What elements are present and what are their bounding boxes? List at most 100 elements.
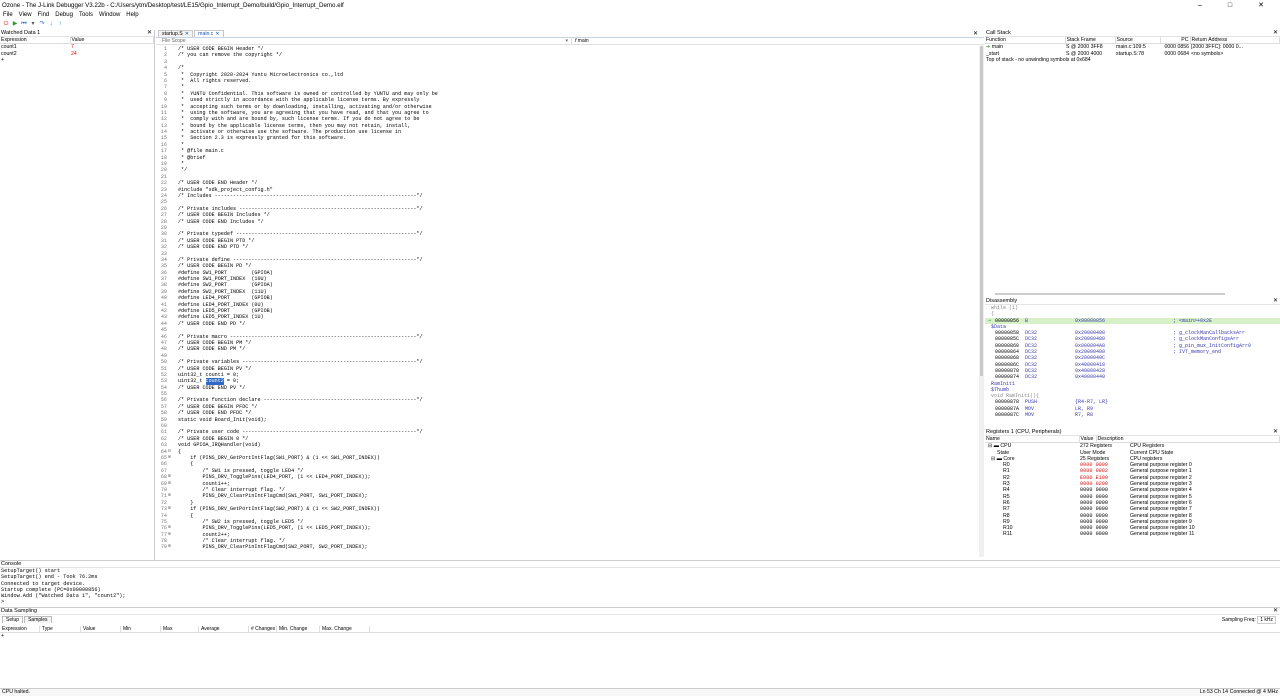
menu-view[interactable]: View	[16, 11, 35, 19]
frame-pc: 0000 0684	[1164, 50, 1189, 57]
code-text: */	[178, 167, 188, 174]
data-sampling-panel: Data Sampling ✕ Setup Samples Sampling F…	[0, 607, 1280, 687]
disassembly-line[interactable]: 0000087C MOV R7, R8	[985, 412, 1280, 418]
menu-tools[interactable]: Tools	[76, 11, 96, 19]
col-max[interactable]: Max	[161, 626, 199, 632]
col-max-change[interactable]: Max. Change	[320, 626, 370, 632]
reset-icon[interactable]: ⏮	[21, 21, 27, 27]
frame-function: main	[991, 44, 1004, 51]
window-title: Ozone - The J-Link Debugger V3.22b - C:/…	[2, 2, 344, 9]
cursor-position: Ln 53 Ch 14	[1199, 689, 1228, 695]
console-header: Console	[0, 561, 1280, 568]
tab-samples[interactable]: Samples	[24, 616, 52, 623]
col-min-change[interactable]: Min. Change	[277, 626, 320, 632]
add-sample-row[interactable]: +	[0, 633, 1280, 639]
sampling-freq-select[interactable]: 1 kHz	[1257, 616, 1276, 624]
col-return-address[interactable]: Return Address	[1190, 37, 1280, 45]
function-scope-select[interactable]: f main	[572, 38, 589, 44]
code-text: PINS_DRV_ClearPinIntFlagCmd(SW1_PORT, SW…	[178, 493, 368, 500]
fold-toggle-icon[interactable]: ⊞	[168, 544, 178, 550]
code-text: * Section 2.3 is expressly granted for t…	[178, 135, 347, 142]
connection-status: Connected @ 4 MHz	[1229, 689, 1278, 695]
code-text: /* Includes ----------------------------…	[178, 192, 423, 199]
expand-icon[interactable]: ⊟ ▬	[991, 456, 1003, 462]
chevron-down-icon: ▾	[565, 38, 568, 44]
menu-window[interactable]: Window	[96, 11, 123, 19]
code-text: PINS_DRV_ClearPinIntFlagCmd(SW2_PORT, SW…	[178, 544, 368, 551]
col-value[interactable]: Value	[81, 626, 121, 632]
code-text: /* USER CODE END Includes */	[178, 218, 264, 225]
title-bar: Ozone - The J-Link Debugger V3.22b - C:/…	[0, 0, 1280, 11]
file-scope-select[interactable]: File Scope ▾	[156, 38, 572, 44]
tab-label: main.c	[198, 31, 214, 37]
register-row[interactable]: R11 0000 0000 General purpose register 11	[985, 531, 1280, 537]
tab-startup[interactable]: startup.S ✕	[158, 30, 194, 37]
menu-file[interactable]: File	[0, 11, 16, 19]
col-average[interactable]: Average	[199, 626, 249, 632]
menu-help[interactable]: Help	[123, 11, 141, 19]
pc-arrow-icon: ➔	[988, 317, 995, 324]
code-text: if (PINS_DRV_GetPortIntFlag(SW1_PORT) & …	[178, 455, 380, 461]
close-icon[interactable]: ✕	[185, 31, 189, 37]
register-desc: General purpose register 11	[1130, 531, 1195, 538]
watched-data-panel: Watched Data 1 ✕ Expression Value count1…	[0, 30, 155, 560]
code-text: * All rights reserved.	[178, 77, 252, 84]
close-icon[interactable]: ✕	[1273, 429, 1278, 436]
col-source[interactable]: Source	[1115, 37, 1161, 45]
instr-operand: 0x40000440	[1075, 374, 1106, 381]
close-icon[interactable]: ✕	[1273, 608, 1278, 615]
group-name: State	[997, 449, 1010, 456]
col-type[interactable]: Type	[40, 626, 81, 632]
data-sampling-title: Data Sampling	[1, 608, 38, 614]
dropdown-icon[interactable]: ▾	[30, 21, 36, 27]
close-icon[interactable]: ✕	[1273, 30, 1278, 37]
register-value[interactable]: 0000 0000	[1079, 531, 1129, 537]
console-panel: Console SetupTarget() start SetupTarget(…	[0, 560, 1280, 606]
col-expression[interactable]: Expression	[0, 626, 40, 632]
new-watch-row[interactable]: +	[0, 57, 154, 63]
horizontal-scrollbar[interactable]	[995, 293, 1225, 295]
instr-opcode: DC32	[1025, 374, 1038, 381]
minimize-button[interactable]: –	[1185, 0, 1215, 11]
frame-source: main.c:109:5	[1116, 44, 1146, 51]
vertical-scrollbar[interactable]	[979, 46, 984, 557]
menu-find[interactable]: Find	[35, 11, 53, 19]
scrollbar-thumb[interactable]	[980, 46, 983, 376]
col-function[interactable]: Function	[985, 37, 1066, 45]
close-icon[interactable]: ✕	[1273, 298, 1278, 305]
code-area[interactable]: 1/* USER CODE BEGIN Header */2/* you can…	[156, 46, 978, 557]
close-button[interactable]: ✕	[1246, 0, 1276, 11]
step-into-icon[interactable]: ↓	[48, 21, 54, 27]
table-row[interactable]: ➔ main S @ 2000 3FF8 main.c:109:5 0000 0…	[985, 44, 1280, 51]
sampling-frequency[interactable]: Sampling Freq: 1 kHz	[1222, 616, 1276, 624]
run-icon[interactable]: ▶	[12, 21, 18, 27]
col-expression[interactable]: Expression	[0, 37, 71, 45]
disassembly-line[interactable]: ➔ 00000856 B 0x00000856; <main>+0x2E	[985, 317, 1280, 324]
tab-setup[interactable]: Setup	[2, 616, 24, 623]
console-input[interactable]: >	[0, 599, 1280, 605]
col-pc[interactable]: PC	[1160, 37, 1191, 45]
code-line[interactable]: 79 ⊞ PINS_DRV_ClearPinIntFlagCmd(SW2_PORT…	[156, 544, 978, 550]
col-changes[interactable]: # Changes	[249, 626, 277, 632]
add-expression-icon[interactable]: +	[0, 57, 70, 63]
power-icon[interactable]: ⏻	[3, 21, 9, 27]
table-row[interactable]: count1 7	[0, 44, 154, 51]
step-over-icon[interactable]: ↷	[39, 21, 45, 27]
close-icon[interactable]: ✕	[973, 30, 978, 37]
tab-main[interactable]: main.c ✕	[194, 30, 224, 37]
col-min[interactable]: Min	[121, 626, 161, 632]
col-name[interactable]: Name	[985, 436, 1080, 444]
maximize-button[interactable]: □	[1215, 0, 1245, 11]
col-description[interactable]: Description	[1096, 436, 1280, 444]
close-icon[interactable]: ✕	[215, 31, 219, 37]
col-value[interactable]: Value	[70, 37, 154, 45]
col-stack-frame[interactable]: Stack Frame	[1065, 37, 1116, 45]
menu-debug[interactable]: Debug	[52, 11, 76, 19]
instr-address: 0000087C	[995, 412, 1020, 419]
expand-icon[interactable]: ⊟ ▬	[988, 443, 1000, 449]
instr-comment: ; IVT_memory_end	[1173, 349, 1222, 356]
col-value[interactable]: Value	[1079, 436, 1097, 444]
close-icon[interactable]: ✕	[147, 30, 152, 37]
step-out-icon[interactable]: ↑	[57, 21, 63, 27]
disassembly-listing[interactable]: while (1){➔ 00000856 B 0x00000856; <main>+…	[985, 305, 1280, 418]
